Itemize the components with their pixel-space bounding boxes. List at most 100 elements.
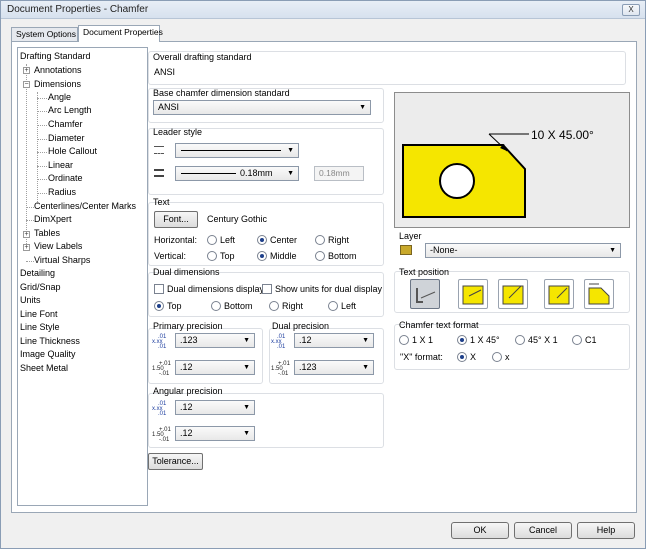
font-button[interactable]: Font... xyxy=(154,211,198,228)
layer-select[interactable]: -None- ▼ xyxy=(425,243,621,258)
format-1x45-radio[interactable] xyxy=(457,335,467,345)
precision-icon: .01 x.xx .01 xyxy=(152,401,167,417)
line-thickness-icon xyxy=(154,169,164,177)
options-tree: Drafting Standard + Annotations − Dimens… xyxy=(17,47,148,506)
tree-item-linear[interactable]: Linear xyxy=(48,159,73,172)
dual-dimensions-title: Dual dimensions xyxy=(153,267,220,277)
tree-item-view-labels[interactable]: View Labels xyxy=(34,240,82,253)
horizontal-center-radio[interactable] xyxy=(257,235,267,245)
leader-style-title: Leader style xyxy=(153,127,203,137)
horizontal-center-label: Center xyxy=(270,235,298,245)
expand-icon[interactable]: + xyxy=(23,231,30,238)
base-chamfer-select[interactable]: ANSI ▼ xyxy=(153,100,371,115)
layer-icon xyxy=(400,245,412,255)
format-1x45-label: 1 X 45° xyxy=(470,335,500,345)
vertical-label: Vertical: xyxy=(154,251,187,261)
expand-icon[interactable]: + xyxy=(23,244,30,251)
text-title: Text xyxy=(153,197,170,207)
vertical-middle-label: Middle xyxy=(270,251,297,261)
tree-item-line-font[interactable]: Line Font xyxy=(20,308,58,321)
ok-button[interactable]: OK xyxy=(451,522,509,539)
chamfer-preview-drawing xyxy=(402,133,529,218)
x-lower-radio[interactable] xyxy=(492,352,502,362)
dual-right-label: Right xyxy=(282,301,304,311)
dual-units-checkbox[interactable] xyxy=(262,284,272,294)
vertical-bottom-radio[interactable] xyxy=(315,251,325,261)
tree-item-ordinate[interactable]: Ordinate xyxy=(48,172,83,185)
horizontal-right-radio[interactable] xyxy=(315,235,325,245)
angular-tolerance-precision-select[interactable]: .12 ▼ xyxy=(175,426,255,441)
tree-item-annotations[interactable]: Annotations xyxy=(34,64,82,77)
leader-thickness-select[interactable]: 0.18mm ▼ xyxy=(175,166,299,181)
dual-left-radio[interactable] xyxy=(328,301,338,311)
horizontal-left-label: Left xyxy=(220,235,236,245)
text-position-angled-button[interactable] xyxy=(498,279,528,309)
leader-thickness-custom-input[interactable]: 0.18mm xyxy=(314,166,364,181)
tree-item-tables[interactable]: Tables xyxy=(34,227,60,240)
text-position-perpendicular-button[interactable] xyxy=(584,279,614,309)
text-position-parallel-button[interactable] xyxy=(544,279,574,309)
vertical-top-label: Top xyxy=(220,251,235,261)
x-lower-label: x xyxy=(505,352,510,362)
text-position-inline-button[interactable] xyxy=(410,279,440,309)
tree-item-virtual-sharps[interactable]: Virtual Sharps xyxy=(34,254,90,267)
precision-icon: .01 x.xx .01 xyxy=(271,334,286,350)
tolerance-button[interactable]: Tolerance... xyxy=(148,453,203,470)
cancel-button[interactable]: Cancel xyxy=(514,522,572,539)
tree-item-sheet-metal[interactable]: Sheet Metal xyxy=(20,362,68,375)
tree-item-hole-callout[interactable]: Hole Callout xyxy=(48,145,97,158)
close-button[interactable]: X xyxy=(622,4,640,16)
angular-precision-title: Angular precision xyxy=(153,386,223,396)
vertical-middle-radio[interactable] xyxy=(257,251,267,261)
angular-precision-select[interactable]: .12 ▼ xyxy=(175,400,255,415)
tree-item-grid-snap[interactable]: Grid/Snap xyxy=(20,281,61,294)
dual-display-checkbox[interactable] xyxy=(154,284,164,294)
horizontal-left-radio[interactable] xyxy=(207,235,217,245)
overall-standard-title: Overall drafting standard xyxy=(153,52,252,62)
expand-icon[interactable]: + xyxy=(23,67,30,74)
dual-precision-select[interactable]: .12 ▼ xyxy=(294,333,374,348)
primary-precision-title: Primary precision xyxy=(153,321,223,331)
dual-bottom-radio[interactable] xyxy=(211,301,221,311)
dual-right-radio[interactable] xyxy=(269,301,279,311)
tab-panel: Drafting Standard + Annotations − Dimens… xyxy=(11,41,637,513)
x-upper-label: X xyxy=(470,352,477,362)
tree-item-units[interactable]: Units xyxy=(20,294,41,307)
tree-item-arc-length[interactable]: Arc Length xyxy=(48,104,92,117)
tree-item-line-thickness[interactable]: Line Thickness xyxy=(20,335,80,348)
leader-line-style-select[interactable]: ▼ xyxy=(175,143,299,158)
tree-item-chamfer[interactable]: Chamfer xyxy=(48,118,83,131)
vertical-bottom-label: Bottom xyxy=(328,251,357,261)
x-upper-radio[interactable] xyxy=(457,352,467,362)
tree-item-centerlines[interactable]: Centerlines/Center Marks xyxy=(34,200,136,213)
tab-system-options[interactable]: System Options xyxy=(11,27,78,41)
tolerance-precision-icon: +.01 1.50 -.01 xyxy=(152,361,171,377)
collapse-icon[interactable]: − xyxy=(23,81,30,88)
vertical-top-radio[interactable] xyxy=(207,251,217,261)
tree-item-dimxpert[interactable]: DimXpert xyxy=(34,213,72,226)
dual-left-label: Left xyxy=(341,301,357,311)
tree-item-drafting-standard[interactable]: Drafting Standard xyxy=(20,50,91,63)
format-c1-radio[interactable] xyxy=(572,335,582,345)
help-button[interactable]: Help xyxy=(577,522,635,539)
tree-item-image-quality[interactable]: Image Quality xyxy=(20,348,76,361)
tree-item-detailing[interactable]: Detailing xyxy=(20,267,55,280)
tab-document-properties[interactable]: Document Properties xyxy=(78,25,163,42)
dual-tolerance-precision-select[interactable]: .123 ▼ xyxy=(294,360,374,375)
tree-item-line-style[interactable]: Line Style xyxy=(20,321,60,334)
format-1x1-radio[interactable] xyxy=(399,335,409,345)
tree-item-diameter[interactable]: Diameter xyxy=(48,132,85,145)
primary-precision-select[interactable]: .123 ▼ xyxy=(175,333,255,348)
tree-item-angle[interactable]: Angle xyxy=(48,91,71,104)
dual-display-label: Dual dimensions display xyxy=(167,284,265,294)
dual-top-label: Top xyxy=(167,301,182,311)
dual-bottom-label: Bottom xyxy=(224,301,253,311)
tree-item-dimensions[interactable]: Dimensions xyxy=(34,78,81,91)
format-45x1-label: 45° X 1 xyxy=(528,335,558,345)
text-position-horizontal-button[interactable] xyxy=(458,279,488,309)
tree-item-radius[interactable]: Radius xyxy=(48,186,76,199)
primary-tolerance-precision-select[interactable]: .12 ▼ xyxy=(175,360,255,375)
format-45x1-radio[interactable] xyxy=(515,335,525,345)
tolerance-precision-icon: +.01 1.50 -.01 xyxy=(271,361,290,377)
dual-top-radio[interactable] xyxy=(154,301,164,311)
